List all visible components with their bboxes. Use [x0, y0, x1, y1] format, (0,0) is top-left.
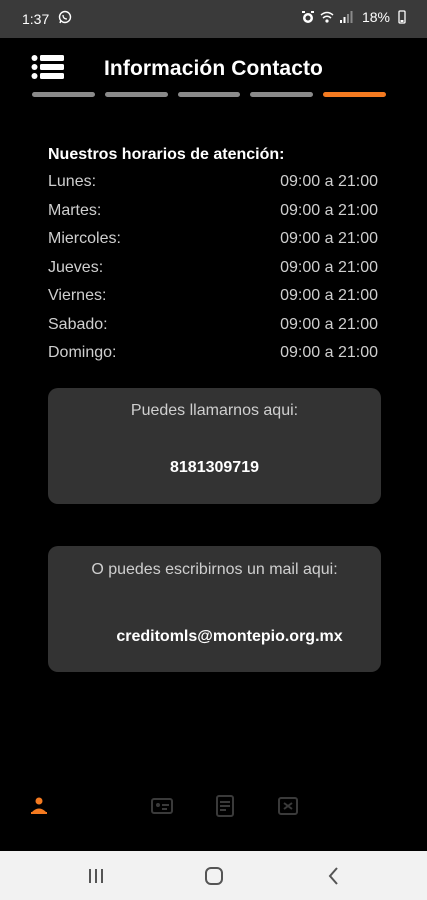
battery-icon — [395, 10, 409, 24]
schedule-section: Nuestros horarios de atención: Lunes: 09… — [48, 146, 378, 368]
schedule-day: Sabado: — [48, 315, 108, 333]
wifi-icon — [320, 10, 334, 24]
email-address[interactable]: creditomls@montepio.org.mx — [48, 628, 381, 646]
document-icon — [216, 795, 234, 817]
phone-label: Puedes llamarnos aqui: — [130, 402, 299, 419]
schedule-day: Viernes: — [48, 287, 107, 305]
back-chevron-icon — [328, 867, 338, 885]
schedule-hours: 09:00 a 21:00 — [280, 344, 378, 362]
schedule-row: Lunes: 09:00 a 21:00 — [48, 168, 378, 197]
progress-step-4 — [250, 92, 314, 97]
recent-apps-icon — [89, 869, 103, 883]
phone-card: Puedes llamarnos aqui: 8181309719 — [48, 388, 381, 504]
page-title: Información Contacto — [103, 57, 323, 80]
schedule-row: Martes: 09:00 a 21:00 — [48, 197, 378, 226]
schedule-hours: 09:00 a 21:00 — [280, 315, 378, 333]
alarm-icon — [301, 10, 315, 24]
progress-step-2 — [104, 92, 168, 97]
progress-step-5 — [323, 92, 386, 97]
recent-apps-button[interactable] — [84, 864, 108, 888]
schedule-hours: 09:00 a 21:00 — [280, 230, 378, 248]
status-icons: 18% — [301, 9, 409, 25]
schedule-hours: 09:00 a 21:00 — [280, 201, 378, 219]
schedule-hours: 09:00 a 21:00 — [280, 287, 378, 305]
phone-number[interactable]: 8181309719 — [48, 459, 381, 477]
schedule-day: Martes: — [48, 201, 102, 219]
mail-label: O puedes escribirnos un mail aqui: — [91, 561, 338, 578]
schedule-row: Jueves: 09:00 a 21:00 — [48, 254, 378, 283]
app-header: Información Contacto — [0, 38, 427, 108]
home-button[interactable] — [202, 864, 226, 888]
schedule-row: Domingo: 09:00 a 21:00 — [48, 339, 378, 368]
status-bar: 1:37 18% — [0, 0, 427, 38]
schedule-day: Jueves: — [48, 258, 104, 276]
battery-percent: 18% — [361, 9, 390, 25]
tab-checklist[interactable] — [275, 793, 301, 819]
schedule-day: Lunes: — [48, 173, 97, 191]
schedule-row: Sabado: 09:00 a 21:00 — [48, 311, 378, 340]
whatsapp-icon — [58, 10, 72, 24]
step-progress — [32, 92, 386, 97]
schedule-row: Miercoles: 09:00 a 21:00 — [48, 225, 378, 254]
bottom-tab-bar — [0, 785, 427, 829]
checklist-icon — [278, 797, 298, 815]
mail-card: O puedes escribirnos un mail aqui: credi… — [48, 546, 381, 672]
tab-contact[interactable] — [26, 793, 52, 819]
status-time: 1:37 — [22, 11, 50, 27]
schedule-hours: 09:00 a 21:00 — [280, 173, 378, 191]
tab-id-card[interactable] — [149, 793, 175, 819]
progress-step-1 — [32, 92, 95, 97]
signal-icon — [339, 10, 353, 24]
person-icon — [31, 797, 47, 814]
id-card-icon — [151, 798, 173, 814]
schedule-heading: Nuestros horarios de atención: — [48, 146, 285, 163]
schedule-day: Miercoles: — [48, 230, 121, 248]
schedule-day: Domingo: — [48, 344, 117, 362]
tab-document[interactable] — [212, 793, 238, 819]
schedule-row: Viernes: 09:00 a 21:00 — [48, 282, 378, 311]
back-button[interactable] — [322, 864, 346, 888]
schedule-hours: 09:00 a 21:00 — [280, 258, 378, 276]
system-nav-bar — [0, 851, 427, 900]
progress-step-3 — [177, 92, 241, 97]
home-icon — [205, 867, 223, 885]
